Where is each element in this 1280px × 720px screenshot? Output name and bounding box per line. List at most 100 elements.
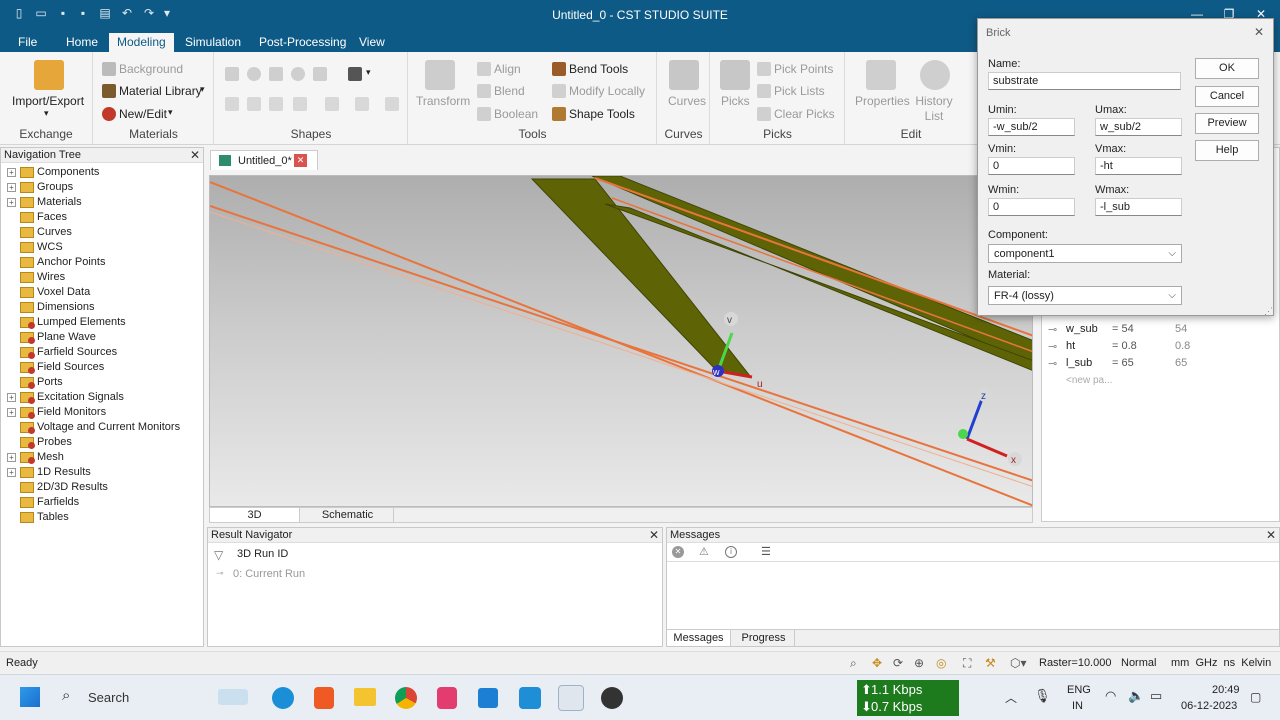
tray-overflow-icon[interactable]: ︿ (1005, 689, 1017, 706)
properties-button[interactable]: Properties (855, 94, 910, 108)
resize-grip-icon[interactable]: ⋰ (1264, 306, 1273, 317)
background-button[interactable]: Background (119, 62, 183, 76)
tree-item[interactable]: Ports (7, 375, 63, 390)
document-tab[interactable]: Untitled_0* ✕ (210, 150, 318, 170)
sphere-shape-icon[interactable] (247, 67, 261, 81)
tree-item[interactable]: Voxel Data (7, 285, 90, 300)
tree-item[interactable]: + Materials (7, 195, 82, 210)
app-window-icon[interactable] (478, 688, 498, 708)
tree-item[interactable]: Plane Wave (7, 330, 96, 345)
preview-button[interactable]: Preview (1195, 113, 1259, 134)
wmax-field[interactable]: -l_sub (1095, 198, 1182, 216)
name-field[interactable]: substrate (988, 72, 1181, 90)
microphone-icon[interactable]: 🎙 (1034, 688, 1051, 704)
material-select[interactable]: FR-4 (lossy) ⌵ (988, 286, 1182, 305)
tree-item[interactable]: Wires (7, 270, 65, 285)
tab-file[interactable]: File (10, 33, 45, 52)
help-button[interactable]: Help (1195, 140, 1259, 161)
tab-schematic[interactable]: Schematic (302, 508, 394, 522)
ok-button[interactable]: OK (1195, 58, 1259, 79)
tree-item[interactable]: + Field Monitors (7, 405, 106, 420)
umax-field[interactable]: w_sub/2 (1095, 118, 1182, 136)
tree-item[interactable]: + Mesh (7, 450, 64, 465)
tab-post-processing[interactable]: Post-Processing (251, 33, 354, 52)
transform-button[interactable]: Transform (416, 94, 470, 108)
torus-shape-icon[interactable] (313, 67, 327, 81)
material-library-dropdown-icon[interactable]: ▾ (200, 84, 205, 95)
expand-icon[interactable]: + (7, 392, 16, 402)
tree-item[interactable]: + Components (7, 165, 99, 180)
pan-icon[interactable]: ✥ (872, 656, 882, 670)
history-list-button[interactable]: History List (914, 94, 954, 124)
clear-picks-button[interactable]: Clear Picks (774, 107, 835, 121)
notifications-icon[interactable]: ▢ (1250, 690, 1261, 704)
trace-curve-icon[interactable] (325, 97, 339, 111)
tree-item[interactable]: Dimensions (7, 300, 94, 315)
curves-button[interactable]: Curves (668, 94, 706, 108)
tree-item[interactable]: Anchor Points (7, 255, 105, 270)
file-explorer-icon[interactable] (354, 688, 376, 706)
rotate-shape-icon[interactable] (225, 97, 239, 111)
expand-icon[interactable]: + (7, 167, 16, 177)
align-button[interactable]: Align (494, 62, 521, 76)
component-select[interactable]: component1 ⌵ (988, 244, 1182, 263)
tree-item[interactable]: + Excitation Signals (7, 390, 124, 405)
tab-modeling[interactable]: Modeling (109, 33, 174, 52)
brave-browser-icon[interactable] (314, 687, 334, 709)
tree-item[interactable]: 2D/3D Results (7, 480, 108, 495)
battery-icon[interactable]: ▭ (1150, 688, 1162, 704)
expand-icon[interactable]: + (7, 407, 16, 417)
umin-field[interactable]: -w_sub/2 (988, 118, 1075, 136)
pick-lists-button[interactable]: Pick Lists (774, 84, 825, 98)
cylinder-shape-icon[interactable] (269, 67, 283, 81)
reset-view-icon[interactable]: ◎ (936, 656, 946, 670)
tab-home[interactable]: Home (58, 33, 106, 52)
loft-shape-icon[interactable] (247, 97, 261, 111)
shape-tools-button[interactable]: Shape Tools (569, 107, 635, 121)
tree-item[interactable]: WCS (7, 240, 63, 255)
language-secondary[interactable]: IN (1072, 700, 1083, 712)
tree-item[interactable]: Field Sources (7, 360, 104, 375)
expand-icon[interactable]: + (7, 197, 16, 207)
new-edit-button[interactable]: New/Edit (119, 107, 167, 121)
vmin-field[interactable]: 0 (988, 157, 1075, 175)
import-export-button[interactable]: Import/Export (12, 94, 84, 108)
tree-item[interactable]: Faces (7, 210, 67, 225)
wifi-icon[interactable]: ◠ (1105, 688, 1116, 704)
tree-item[interactable]: Probes (7, 435, 72, 450)
sweep-shape-icon[interactable] (269, 97, 283, 111)
zoom-icon[interactable]: ⌕ (850, 656, 857, 671)
tab-view[interactable]: View (351, 33, 393, 52)
close-icon[interactable]: ✕ (190, 148, 200, 162)
tab-progress[interactable]: Progress (733, 630, 795, 646)
language-primary[interactable]: ENG (1067, 684, 1091, 696)
rotate-view-icon[interactable]: ⟳ (893, 656, 903, 670)
bondwire-icon[interactable] (385, 97, 399, 111)
tree-item[interactable]: +1D Results (7, 465, 91, 480)
modify-locally-button[interactable]: Modify Locally (569, 84, 645, 98)
brick-shape-icon[interactable] (225, 67, 239, 81)
boolean-button[interactable]: Boolean (494, 107, 538, 121)
warning-filter-icon[interactable]: ⚠ (699, 545, 709, 558)
import-export-dropdown-icon[interactable]: ▾ (44, 108, 49, 119)
windows-start-icon[interactable] (20, 687, 40, 707)
expand-icon[interactable]: + (7, 467, 16, 477)
tab-3d[interactable]: 3D (210, 508, 300, 522)
new-edit-dropdown-icon[interactable]: ▾ (168, 107, 173, 118)
expand-icon[interactable]: + (7, 182, 16, 192)
cancel-button[interactable]: Cancel (1195, 86, 1259, 107)
vmax-field[interactable]: -ht (1095, 157, 1182, 175)
taskbar-search-label[interactable]: Search (88, 690, 129, 705)
tab-messages[interactable]: Messages (667, 630, 731, 646)
extrude-shape-icon[interactable] (348, 67, 362, 81)
expand-icon[interactable]: + (7, 452, 16, 462)
tree-item[interactable]: Lumped Elements (7, 315, 126, 330)
new-parameter-placeholder[interactable]: <new pa... (1066, 375, 1112, 386)
view-options-icon[interactable]: ⚒ (985, 656, 996, 670)
tree-item[interactable]: Farfields (7, 495, 79, 510)
3d-viewport[interactable]: v u w z x (209, 175, 1033, 507)
snipping-tool-icon[interactable] (437, 687, 457, 709)
fit-view-icon[interactable]: ⛶ (963, 656, 971, 671)
material-library-button[interactable]: Material Library (119, 84, 202, 98)
pick-points-button[interactable]: Pick Points (774, 62, 833, 76)
